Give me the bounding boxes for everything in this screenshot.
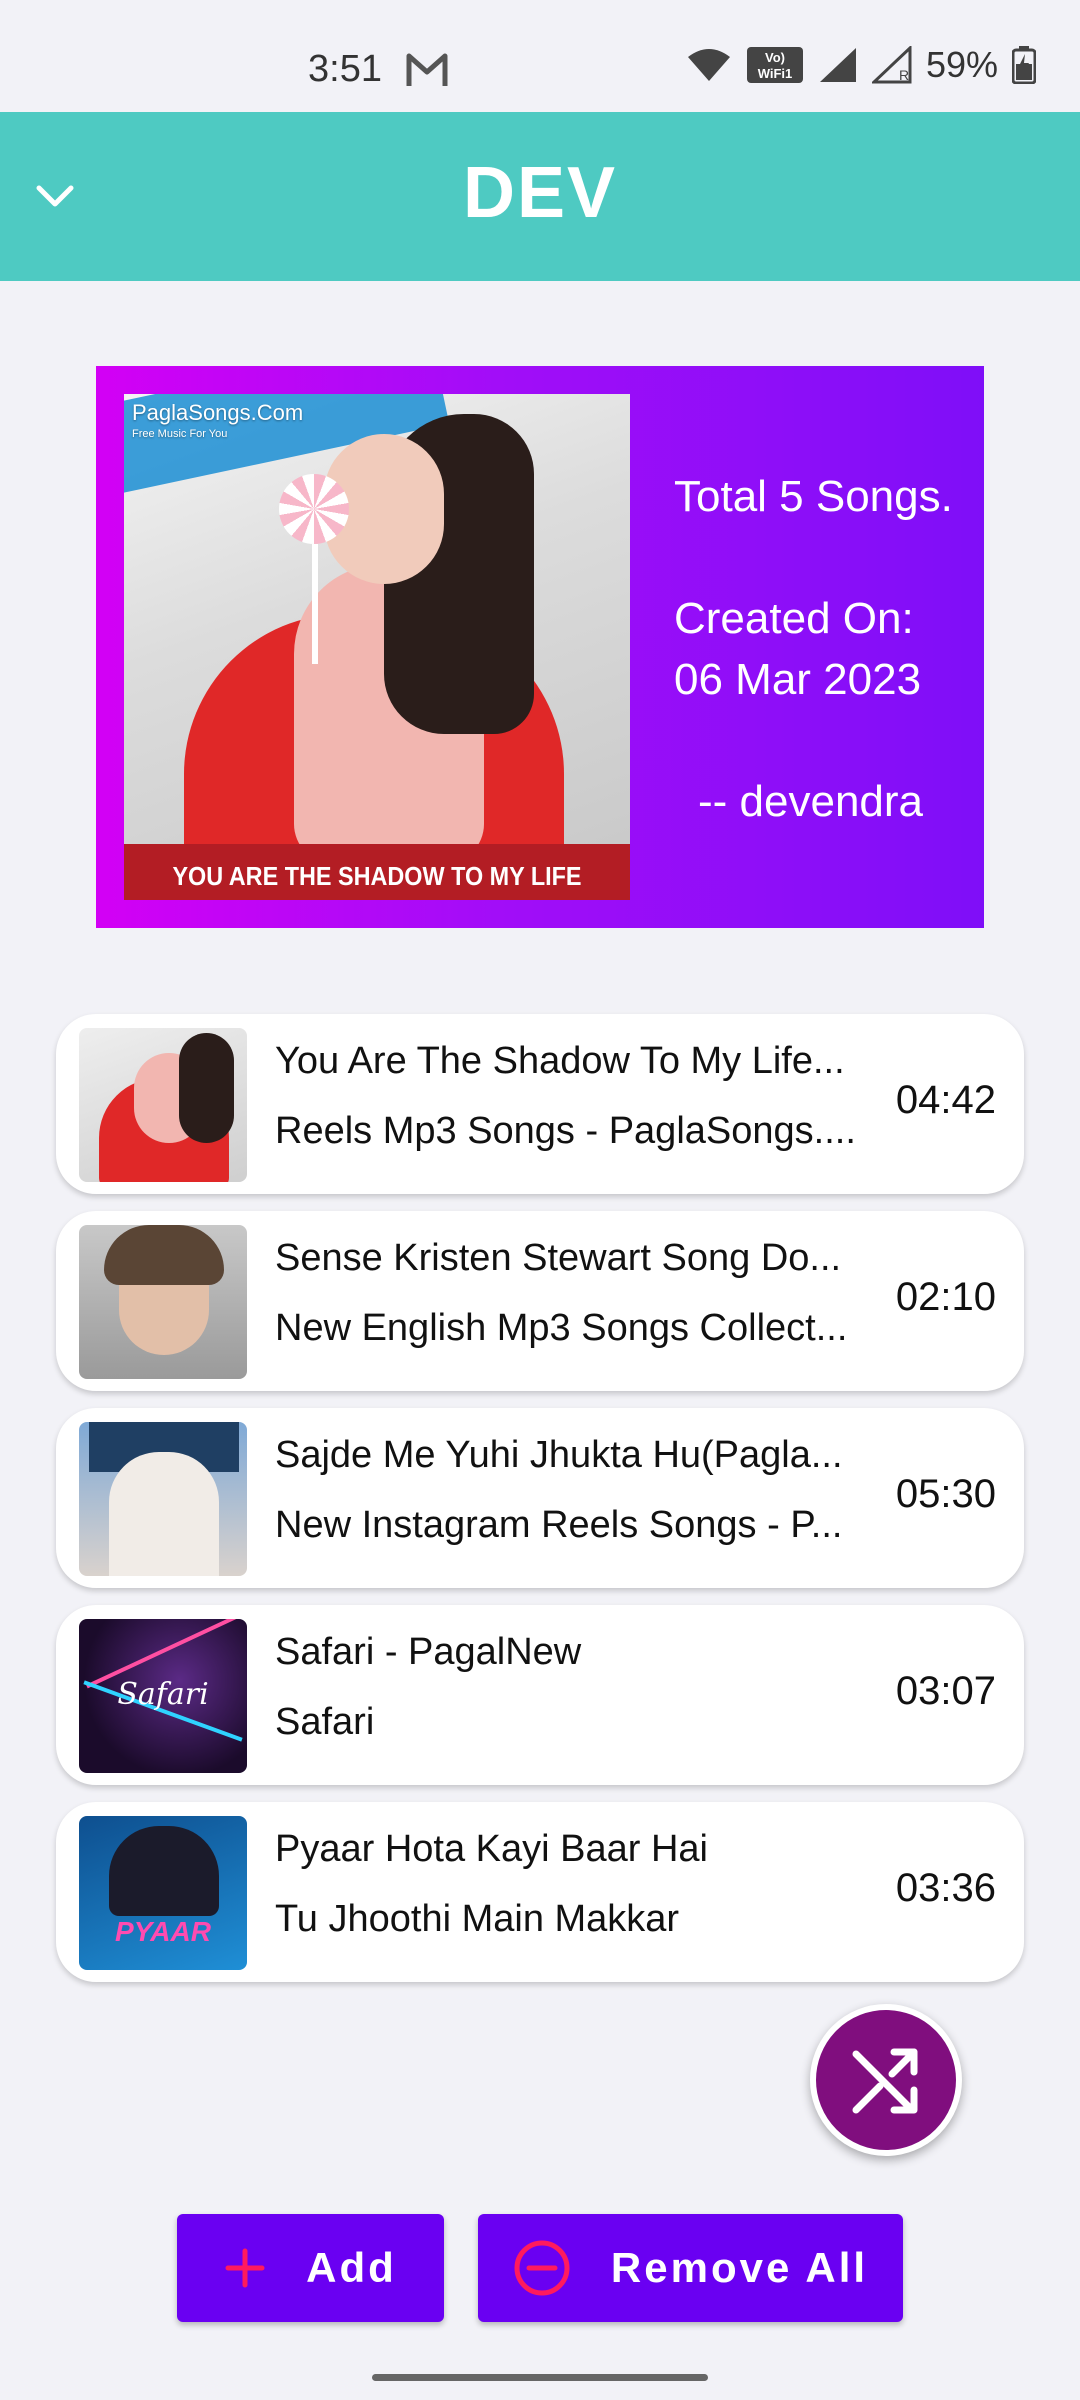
signal-roaming-icon: R <box>871 46 912 84</box>
remove-all-button[interactable]: Remove All <box>478 2214 903 2322</box>
cover-caption: YOU ARE THE SHADOW TO MY LIFE <box>172 861 582 891</box>
song-thumbnail: Safari <box>79 1619 247 1773</box>
battery-percent: 59% <box>925 44 998 85</box>
song-item[interactable]: Sajde Me Yuhi Jhukta Hu(Pagla... New Ins… <box>56 1408 1024 1588</box>
add-button[interactable]: Add <box>177 2214 444 2322</box>
home-indicator[interactable] <box>372 2374 708 2381</box>
svg-text:Vo): Vo) <box>765 50 785 65</box>
song-item[interactable]: You Are The Shadow To My Life... Reels M… <box>56 1014 1024 1194</box>
song-thumbnail <box>79 1028 247 1182</box>
playlist-info-card: PaglaSongs.Com Free Music For You YOU AR… <box>96 366 984 928</box>
song-title: Sajde Me Yuhi Jhukta Hu(Pagla... <box>275 1434 843 1476</box>
playlist-cover-image: PaglaSongs.Com Free Music For You YOU AR… <box>124 394 630 900</box>
thumb-pyaar-text: PYAAR <box>115 1916 211 1947</box>
battery-icon <box>1012 46 1036 84</box>
song-duration: 05:30 <box>895 1472 996 1516</box>
svg-text:WiFi1: WiFi1 <box>758 66 793 81</box>
created-date: 06 Mar 2023 <box>674 655 922 704</box>
status-time: 3:51 <box>308 48 382 90</box>
status-bar: 3:51 Vo) WiFi1 R 59% <box>0 0 1080 112</box>
signal-icon <box>819 48 856 82</box>
song-thumbnail <box>79 1422 247 1576</box>
playlist-title: DEV <box>462 153 618 233</box>
song-subtitle: Safari <box>275 1701 375 1743</box>
total-songs: Total 5 Songs. <box>674 472 953 521</box>
song-subtitle: New English Mp3 Songs Collect... <box>275 1307 848 1349</box>
created-label: Created On: <box>674 594 914 643</box>
cover-site-label: PaglaSongs.Com <box>132 400 304 425</box>
song-item[interactable]: Sense Kristen Stewart Song Do... New Eng… <box>56 1211 1024 1391</box>
thumb-safari-text: Safari <box>117 1677 209 1712</box>
gmail-icon <box>406 53 448 86</box>
song-thumbnail <box>79 1225 247 1379</box>
add-button-label: Add <box>306 2244 397 2291</box>
volte-icon: Vo) WiFi1 <box>746 47 803 83</box>
song-title: Safari - PagalNew <box>275 1631 582 1673</box>
plus-icon <box>225 2248 265 2288</box>
song-duration: 02:10 <box>895 1275 996 1319</box>
song-subtitle: Tu Jhoothi Main Makkar <box>275 1898 680 1940</box>
app-header: DEV <box>0 112 1080 281</box>
song-thumbnail: PYAAR <box>79 1816 247 1970</box>
playlist-author: -- devendra <box>698 777 924 826</box>
song-subtitle: Reels Mp3 Songs - PaglaSongs.... <box>275 1110 856 1152</box>
song-duration: 04:42 <box>895 1078 996 1122</box>
song-item[interactable]: Safari Safari - PagalNew Safari 03:07 <box>56 1605 1024 1785</box>
song-title: Sense Kristen Stewart Song Do... <box>275 1237 842 1279</box>
song-duration: 03:36 <box>895 1866 996 1910</box>
status-icons: Vo) WiFi1 R 59% <box>686 44 1036 85</box>
shuffle-icon <box>852 2048 918 2114</box>
song-item[interactable]: PYAAR Pyaar Hota Kayi Baar Hai Tu Jhooth… <box>56 1802 1024 1982</box>
song-duration: 03:07 <box>895 1669 996 1713</box>
remove-circle-icon <box>514 2240 570 2296</box>
shuffle-button[interactable] <box>810 2004 962 2156</box>
song-title: Pyaar Hota Kayi Baar Hai <box>275 1828 708 1870</box>
svg-text:R: R <box>899 67 909 83</box>
song-subtitle: New Instagram Reels Songs - P... <box>275 1504 843 1546</box>
song-title: You Are The Shadow To My Life... <box>275 1040 845 1082</box>
remove-all-label: Remove All <box>610 2244 869 2291</box>
playlist-details: Total 5 Songs. Created On: 06 Mar 2023 -… <box>674 466 953 832</box>
wifi-icon <box>687 49 730 81</box>
cover-tagline: Free Music For You <box>132 428 228 440</box>
